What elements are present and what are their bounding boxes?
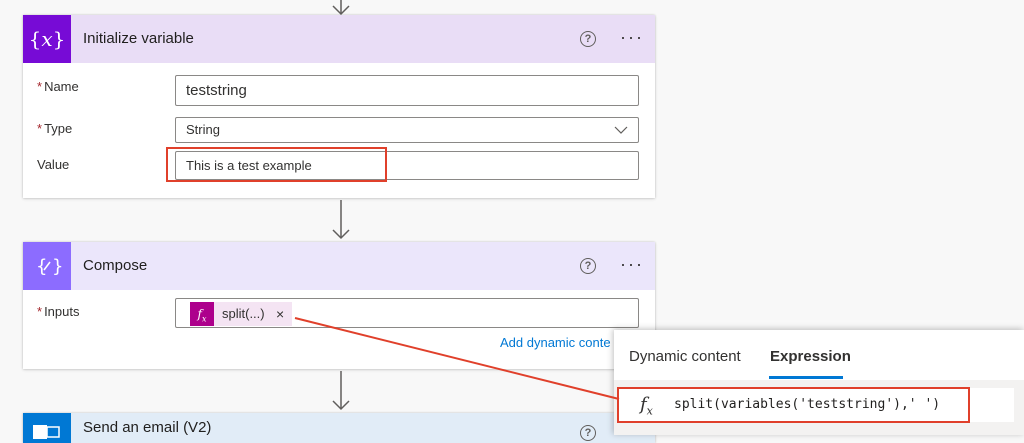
annotation-line bbox=[0, 0, 1024, 435]
